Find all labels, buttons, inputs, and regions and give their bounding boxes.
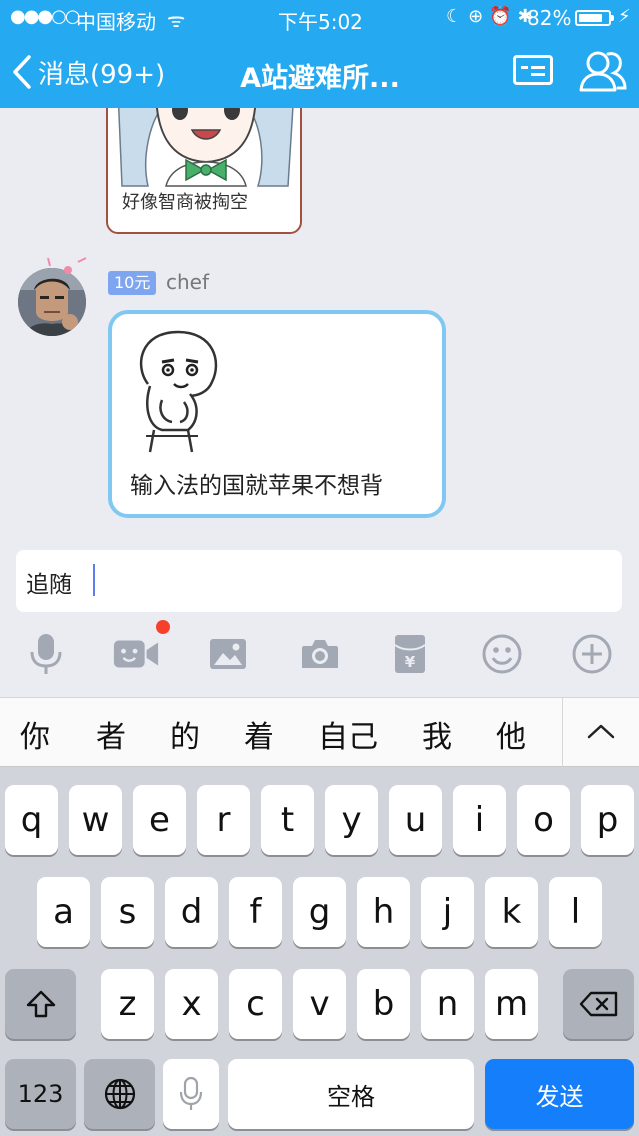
key-b[interactable]: b [357,969,410,1039]
back-label: 消息(99+) [38,59,166,90]
candidate-word[interactable]: 着 [244,712,274,756]
text-caret [93,564,95,596]
image-icon[interactable] [204,630,252,678]
anime-girl-sticker [117,108,294,187]
backspace-icon [579,991,617,1017]
dictation-key[interactable] [163,1059,219,1129]
plus-icon[interactable] [568,630,616,678]
video-call-icon[interactable] [112,630,160,678]
signal-strength: ●●●○○ [10,6,81,27]
avatar[interactable] [18,268,86,336]
top-bar: ●●●○○ 中国移动 ᯤ 下午5:02 ☾⊕⏰✱ 82% ⚡ 消息(99+) A… [0,0,639,108]
key-d[interactable]: d [165,877,218,947]
candidate-word[interactable]: 你 [20,712,50,756]
shift-key[interactable] [5,969,76,1039]
battery-icon [575,10,611,26]
key-w[interactable]: w [69,785,122,855]
notification-dot [156,620,170,634]
message-text: 输入法的国就苹果不想背 [130,473,383,499]
back-button[interactable]: 消息(99+) [12,50,165,94]
send-key[interactable]: 发送 [485,1059,634,1129]
key-o[interactable]: o [517,785,570,855]
numbers-key[interactable]: 123 [5,1059,76,1129]
emoji-icon[interactable] [478,630,526,678]
candidate-divider [562,698,563,767]
chevron-up-icon[interactable] [586,722,616,740]
red-packet-icon[interactable]: ¥ [386,630,434,678]
key-p[interactable]: p [581,785,634,855]
meme-sticker [139,330,218,453]
key-m[interactable]: m [485,969,538,1039]
key-z[interactable]: z [101,969,154,1039]
profile-card-icon[interactable] [513,55,553,85]
key-j[interactable]: j [421,877,474,947]
microphone-icon[interactable] [22,630,70,678]
key-t[interactable]: t [261,785,314,855]
key-r[interactable]: r [197,785,250,855]
key-a[interactable]: a [37,877,90,947]
key-x[interactable]: x [165,969,218,1039]
microphone-icon [179,1076,203,1110]
shift-icon [26,990,55,1018]
wifi-icon: ᯤ [167,8,186,32]
key-h[interactable]: h [357,877,410,947]
chevron-left-icon [13,55,31,89]
key-v[interactable]: v [293,969,346,1039]
candidate-word[interactable]: 我 [422,712,452,756]
candidate-word[interactable]: 他 [496,712,526,756]
avatar-decoration-icon [47,257,87,274]
backspace-key[interactable] [563,969,634,1039]
key-f[interactable]: f [229,877,282,947]
key-k[interactable]: k [485,877,538,947]
sender-name[interactable]: chef [166,270,209,294]
status-time: 下午5:02 [278,10,363,34]
space-key[interactable]: 空格 [228,1059,474,1129]
chat-area: 好像智商被掏空 10元 chef 输入法的国就苹果不想背 [0,108,639,536]
status-icons: ☾⊕⏰✱ [446,6,539,27]
charging-icon: ⚡ [618,6,631,27]
key-q[interactable]: q [5,785,58,855]
key-y[interactable]: y [325,785,378,855]
message-bubble[interactable]: 输入法的国就苹果不想背 [108,310,446,518]
chat-title[interactable]: A站避难所... [180,56,460,95]
candidate-word[interactable]: 的 [170,712,200,756]
key-e[interactable]: e [133,785,186,855]
previous-sticker-message[interactable]: 好像智商被掏空 [106,108,302,234]
keyboard: q w e r t y u i o p a s d f g h j k l z … [0,767,639,1136]
key-g[interactable]: g [293,877,346,947]
message-input[interactable]: 追随 [16,550,622,612]
candidate-word[interactable]: 者 [96,712,126,756]
chat-toolbar: ¥ [0,618,639,694]
status-bar: ●●●○○ 中国移动 ᯤ 下午5:02 ☾⊕⏰✱ 82% ⚡ [0,0,639,36]
key-c[interactable]: c [229,969,282,1039]
input-text: 追随 [26,572,72,598]
battery-tip [611,15,614,21]
key-l[interactable]: l [549,877,602,947]
battery-percent: 82% [527,6,572,30]
sticker-caption: 好像智商被掏空 [122,192,248,213]
camera-icon[interactable] [296,630,344,678]
candidate-word[interactable]: 自己 [318,712,378,756]
svg-text:¥: ¥ [405,653,416,671]
nav-bar: 消息(99+) A站避难所... [0,36,639,108]
key-n[interactable]: n [421,969,474,1039]
key-i[interactable]: i [453,785,506,855]
key-u[interactable]: u [389,785,442,855]
group-members-icon[interactable] [578,48,628,94]
globe-icon [104,1078,135,1110]
carrier-name: 中国移动 [76,10,156,34]
globe-key[interactable] [84,1059,155,1129]
candidate-bar: 你 者 的 着 自己 我 他 [0,697,639,767]
user-avatar-image [18,268,86,336]
key-s[interactable]: s [101,877,154,947]
member-badge: 10元 [108,271,157,295]
